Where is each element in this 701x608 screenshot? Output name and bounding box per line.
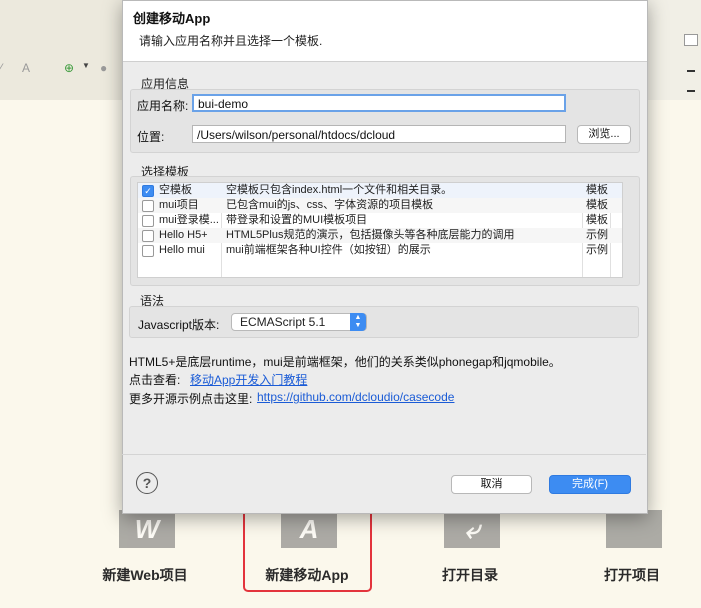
template-type: 示例 (586, 244, 608, 256)
finish-button[interactable]: 完成(F) (549, 475, 631, 494)
location-label: 位置: (137, 130, 165, 144)
launcher-label: 打开项目 (604, 567, 660, 583)
app-name-label: 应用名称: (137, 99, 189, 113)
new-file-icon[interactable]: ⊕ (64, 61, 78, 75)
table-row[interactable]: Hello H5+ HTML5Plus规范的演示，包括摄像头等各种底层能力的调用… (138, 228, 622, 243)
checkbox[interactable] (142, 215, 154, 227)
js-version-value: ECMAScript 5.1 (240, 315, 326, 329)
checkbox[interactable] (142, 230, 154, 242)
template-type: 示例 (586, 229, 608, 241)
ruler-mark (687, 90, 695, 92)
font-size-icon[interactable]: A (22, 61, 36, 75)
table-row[interactable]: Hello mui mui前端框架各种UI控件（如按钮）的展示 示例 (138, 243, 622, 258)
template-type: 模板 (586, 184, 608, 196)
js-version-label: Javascript版本: (138, 318, 220, 332)
template-table: ✓ 空模板 空模板只包含index.html一个文件和相关目录。 模板 mui项… (137, 182, 623, 278)
run-icon[interactable]: ● (100, 61, 114, 75)
template-name: Hello H5+ (159, 229, 208, 241)
checkbox[interactable] (142, 200, 154, 212)
launcher-label: 打开目录 (442, 567, 498, 583)
cancel-button[interactable]: 取消 (451, 475, 532, 494)
launcher-open-folder[interactable]: ⤶ 打开目录 (410, 510, 530, 600)
template-desc: 带登录和设置的MUI模板项目 (226, 214, 368, 226)
web-project-icon: W (119, 510, 175, 548)
ide-right-panel (645, 0, 701, 100)
template-name: Hello mui (159, 244, 205, 256)
font-italic-icon[interactable]: ⁄ (0, 61, 14, 75)
table-row[interactable]: ✓ 空模板 空模板只包含index.html一个文件和相关目录。 模板 (138, 183, 622, 198)
browse-button[interactable]: 浏览... (577, 125, 631, 144)
location-input[interactable]: /Users/wilson/personal/htdocs/dcloud (192, 125, 566, 143)
template-name: mui登录模... (159, 214, 219, 226)
table-row[interactable]: mui项目 已包含mui的js、css、字体资源的项目模板 模板 (138, 198, 622, 213)
template-type: 模板 (586, 214, 608, 226)
template-desc: HTML5Plus规范的演示，包括摄像头等各种底层能力的调用 (226, 229, 515, 241)
open-project-icon (606, 510, 662, 548)
minimize-box-icon[interactable] (684, 34, 698, 46)
table-row[interactable]: mui登录模... 带登录和设置的MUI模板项目 模板 (138, 213, 622, 228)
app-name-input[interactable]: bui-demo (192, 94, 566, 112)
updown-chevron-icon: ▲ ▼ (350, 313, 366, 331)
checkbox-checked[interactable]: ✓ (142, 185, 154, 197)
tutorial-link[interactable]: 移动App开发入门教程 (190, 371, 307, 388)
ide-toolbar: ⁄ A ⊕ ▼ ● (0, 56, 130, 82)
info-text: HTML5+是底层runtime，mui是前端框架，他们的关系类似phonega… (129, 355, 561, 369)
examples-link[interactable]: https://github.com/dcloudio/casecode (257, 390, 454, 404)
template-name: mui项目 (159, 199, 199, 211)
template-name: 空模板 (159, 184, 192, 196)
tutorial-label: 点击查看: (129, 373, 181, 387)
dialog-subtitle: 请输入应用名称并且选择一个模板. (139, 34, 323, 48)
dialog-header: 创建移动App 请输入应用名称并且选择一个模板. (123, 1, 647, 62)
launcher-label: 新建Web项目 (102, 567, 188, 583)
template-desc: mui前端框架各种UI控件（如按钮）的展示 (226, 244, 431, 256)
chevron-down-icon[interactable]: ▼ (82, 61, 96, 75)
template-desc: 空模板只包含index.html一个文件和相关目录。 (226, 184, 453, 196)
open-folder-icon: ⤶ (444, 510, 500, 548)
checkbox[interactable] (142, 245, 154, 257)
ruler-mark (687, 70, 695, 72)
dialog-title: 创建移动App (133, 11, 211, 26)
launcher-new-web-project[interactable]: W 新建Web项目 (85, 510, 205, 600)
js-version-select[interactable]: ECMAScript 5.1 ▲ ▼ (231, 313, 367, 331)
template-type: 模板 (586, 199, 608, 211)
template-desc: 已包含mui的js、css、字体资源的项目模板 (226, 199, 434, 211)
examples-label: 更多开源示例点击这里: (129, 392, 253, 406)
launcher-open-project[interactable]: 打开项目 (572, 510, 692, 600)
